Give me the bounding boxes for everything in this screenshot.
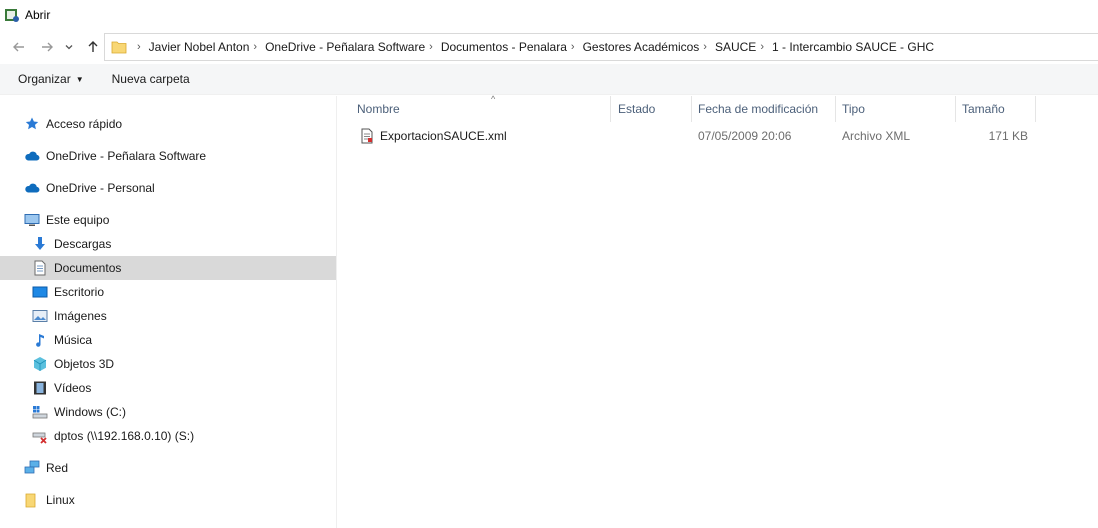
breadcrumb-item[interactable]: OneDrive - Peñalara Software	[265, 40, 425, 54]
sidebar-item-label: Descargas	[54, 237, 112, 251]
breadcrumb-separator-icon: ›	[137, 41, 141, 53]
column-header-label: Tipo	[842, 102, 865, 116]
sidebar-item-videos[interactable]: Vídeos	[0, 376, 336, 400]
film-icon	[32, 380, 48, 396]
sidebar-item-label: Documentos	[54, 261, 122, 275]
breadcrumb-separator-icon[interactable]: ›	[429, 41, 433, 53]
cloud-icon	[24, 180, 40, 196]
arrow-up-icon	[88, 41, 98, 52]
folder-icon	[24, 492, 40, 508]
sidebar-item-documents[interactable]: Documentos	[0, 256, 336, 280]
file-row[interactable]: ExportacionSAUCE.xml 07/05/2009 20:06 Ar…	[351, 125, 1041, 147]
file-name-cell: ExportacionSAUCE.xml	[359, 125, 507, 147]
column-header-status[interactable]: Estado	[612, 96, 692, 122]
organize-button[interactable]: Organizar ▼	[18, 72, 84, 86]
chevron-down-icon	[65, 45, 73, 50]
arrow-left-icon	[13, 42, 24, 52]
breadcrumb-separator-icon[interactable]: ›	[253, 41, 257, 53]
command-bar: Organizar ▼ Nueva carpeta	[0, 64, 1098, 95]
sort-ascending-icon: ^	[491, 94, 496, 104]
back-button[interactable]	[8, 36, 30, 58]
sidebar-item-label: Acceso rápido	[46, 117, 123, 131]
breadcrumb-item[interactable]: Documentos - Penalara	[441, 40, 567, 54]
address-bar[interactable]: › Javier Nobel Anton › OneDrive - Peñala…	[104, 33, 1098, 61]
column-header-size[interactable]: Tamaño	[956, 96, 1036, 122]
window-title: Abrir	[25, 8, 51, 22]
desktop-icon	[32, 284, 48, 300]
sidebar-item-label: OneDrive - Personal	[46, 181, 155, 195]
sidebar-item-desktop[interactable]: Escritorio	[0, 280, 336, 304]
breadcrumb-separator-icon[interactable]: ›	[703, 41, 707, 53]
drive-icon	[32, 404, 48, 420]
forward-button[interactable]	[36, 36, 58, 58]
sidebar-item-3d-objects[interactable]: Objetos 3D	[0, 352, 336, 376]
sidebar-item-this-pc[interactable]: Este equipo	[0, 208, 336, 232]
navigation-pane[interactable]: Acceso rápido OneDrive - Peñalara Softwa…	[0, 96, 337, 528]
column-header-name[interactable]: Nombre ^	[351, 94, 611, 122]
breadcrumb-separator-icon[interactable]: ›	[760, 41, 764, 53]
sidebar-item-label: Vídeos	[54, 381, 92, 395]
sidebar-item-music[interactable]: Música	[0, 328, 336, 352]
cloud-icon	[24, 148, 40, 164]
download-icon	[32, 236, 48, 252]
breadcrumb-item[interactable]: Javier Nobel Anton	[149, 40, 250, 54]
sidebar-item-label: Objetos 3D	[54, 357, 115, 371]
title-bar: Abrir	[0, 0, 1098, 30]
column-header-label: Tamaño	[962, 102, 1005, 116]
sidebar-item-onedrive-business[interactable]: OneDrive - Peñalara Software	[0, 144, 336, 168]
file-list[interactable]: Nombre ^ Estado Fecha de modificación Ti…	[337, 94, 1098, 528]
sidebar-item-label: Linux	[46, 493, 75, 507]
image-icon	[32, 308, 48, 324]
music-icon	[32, 332, 48, 348]
app-icon	[5, 9, 19, 22]
sidebar-item-label: Este equipo	[46, 213, 110, 227]
sidebar-item-label: Imágenes	[54, 309, 107, 323]
file-type: Archivo XML	[842, 129, 911, 143]
document-icon	[32, 260, 48, 276]
navigation-row: › Javier Nobel Anton › OneDrive - Peñala…	[0, 33, 1098, 61]
star-icon	[24, 116, 40, 132]
breadcrumb-separator-icon[interactable]: ›	[571, 41, 575, 53]
sidebar-item-label: OneDrive - Peñalara Software	[46, 149, 207, 163]
sidebar-item-downloads[interactable]: Descargas	[0, 232, 336, 256]
up-button[interactable]	[82, 36, 104, 58]
new-folder-label: Nueva carpeta	[111, 72, 190, 86]
network-icon	[24, 460, 40, 476]
sidebar-item-drive-c[interactable]: Windows (C:)	[0, 400, 336, 424]
folder-icon	[111, 41, 127, 54]
recent-locations-button[interactable]	[61, 36, 77, 58]
arrow-right-icon	[42, 42, 53, 52]
sidebar-item-label: Windows (C:)	[54, 405, 127, 419]
column-header-label: Nombre	[357, 102, 400, 116]
sidebar-item-onedrive-personal[interactable]: OneDrive - Personal	[0, 176, 336, 200]
sidebar-item-label: Red	[46, 461, 69, 475]
file-modified: 07/05/2009 20:06	[698, 129, 792, 143]
network-drive-icon	[32, 428, 48, 444]
cube-icon	[32, 356, 48, 372]
breadcrumb-item[interactable]: 1 - Intercambio SAUCE - GHC	[772, 40, 934, 54]
sidebar-item-label: Música	[54, 333, 93, 347]
computer-icon	[24, 212, 40, 228]
breadcrumb-item[interactable]: SAUCE	[715, 40, 756, 54]
xml-file-icon	[361, 128, 373, 144]
sidebar-item-label: dptos (\\192.168.0.10) (S:)	[54, 429, 195, 443]
sidebar-item-quick-access[interactable]: Acceso rápido	[0, 112, 336, 136]
sidebar-item-label: Escritorio	[54, 285, 105, 299]
caret-down-icon: ▼	[75, 74, 84, 84]
column-header-type[interactable]: Tipo	[836, 96, 956, 122]
file-size: 171 KB	[988, 129, 1028, 143]
breadcrumb-item[interactable]: Gestores Académicos	[583, 40, 700, 54]
sidebar-item-pictures[interactable]: Imágenes	[0, 304, 336, 328]
sidebar-item-network-drive-s[interactable]: dptos (\\192.168.0.10) (S:)	[0, 424, 336, 448]
sidebar-item-linux[interactable]: Linux	[0, 488, 336, 512]
sidebar-item-network[interactable]: Red	[0, 456, 336, 480]
column-header-modified[interactable]: Fecha de modificación	[692, 96, 836, 122]
organize-label: Organizar	[18, 72, 71, 86]
new-folder-button[interactable]: Nueva carpeta	[112, 72, 190, 86]
column-header-label: Estado	[618, 102, 656, 116]
column-header-label: Fecha de modificación	[698, 102, 819, 116]
file-name: ExportacionSAUCE.xml	[380, 129, 507, 143]
